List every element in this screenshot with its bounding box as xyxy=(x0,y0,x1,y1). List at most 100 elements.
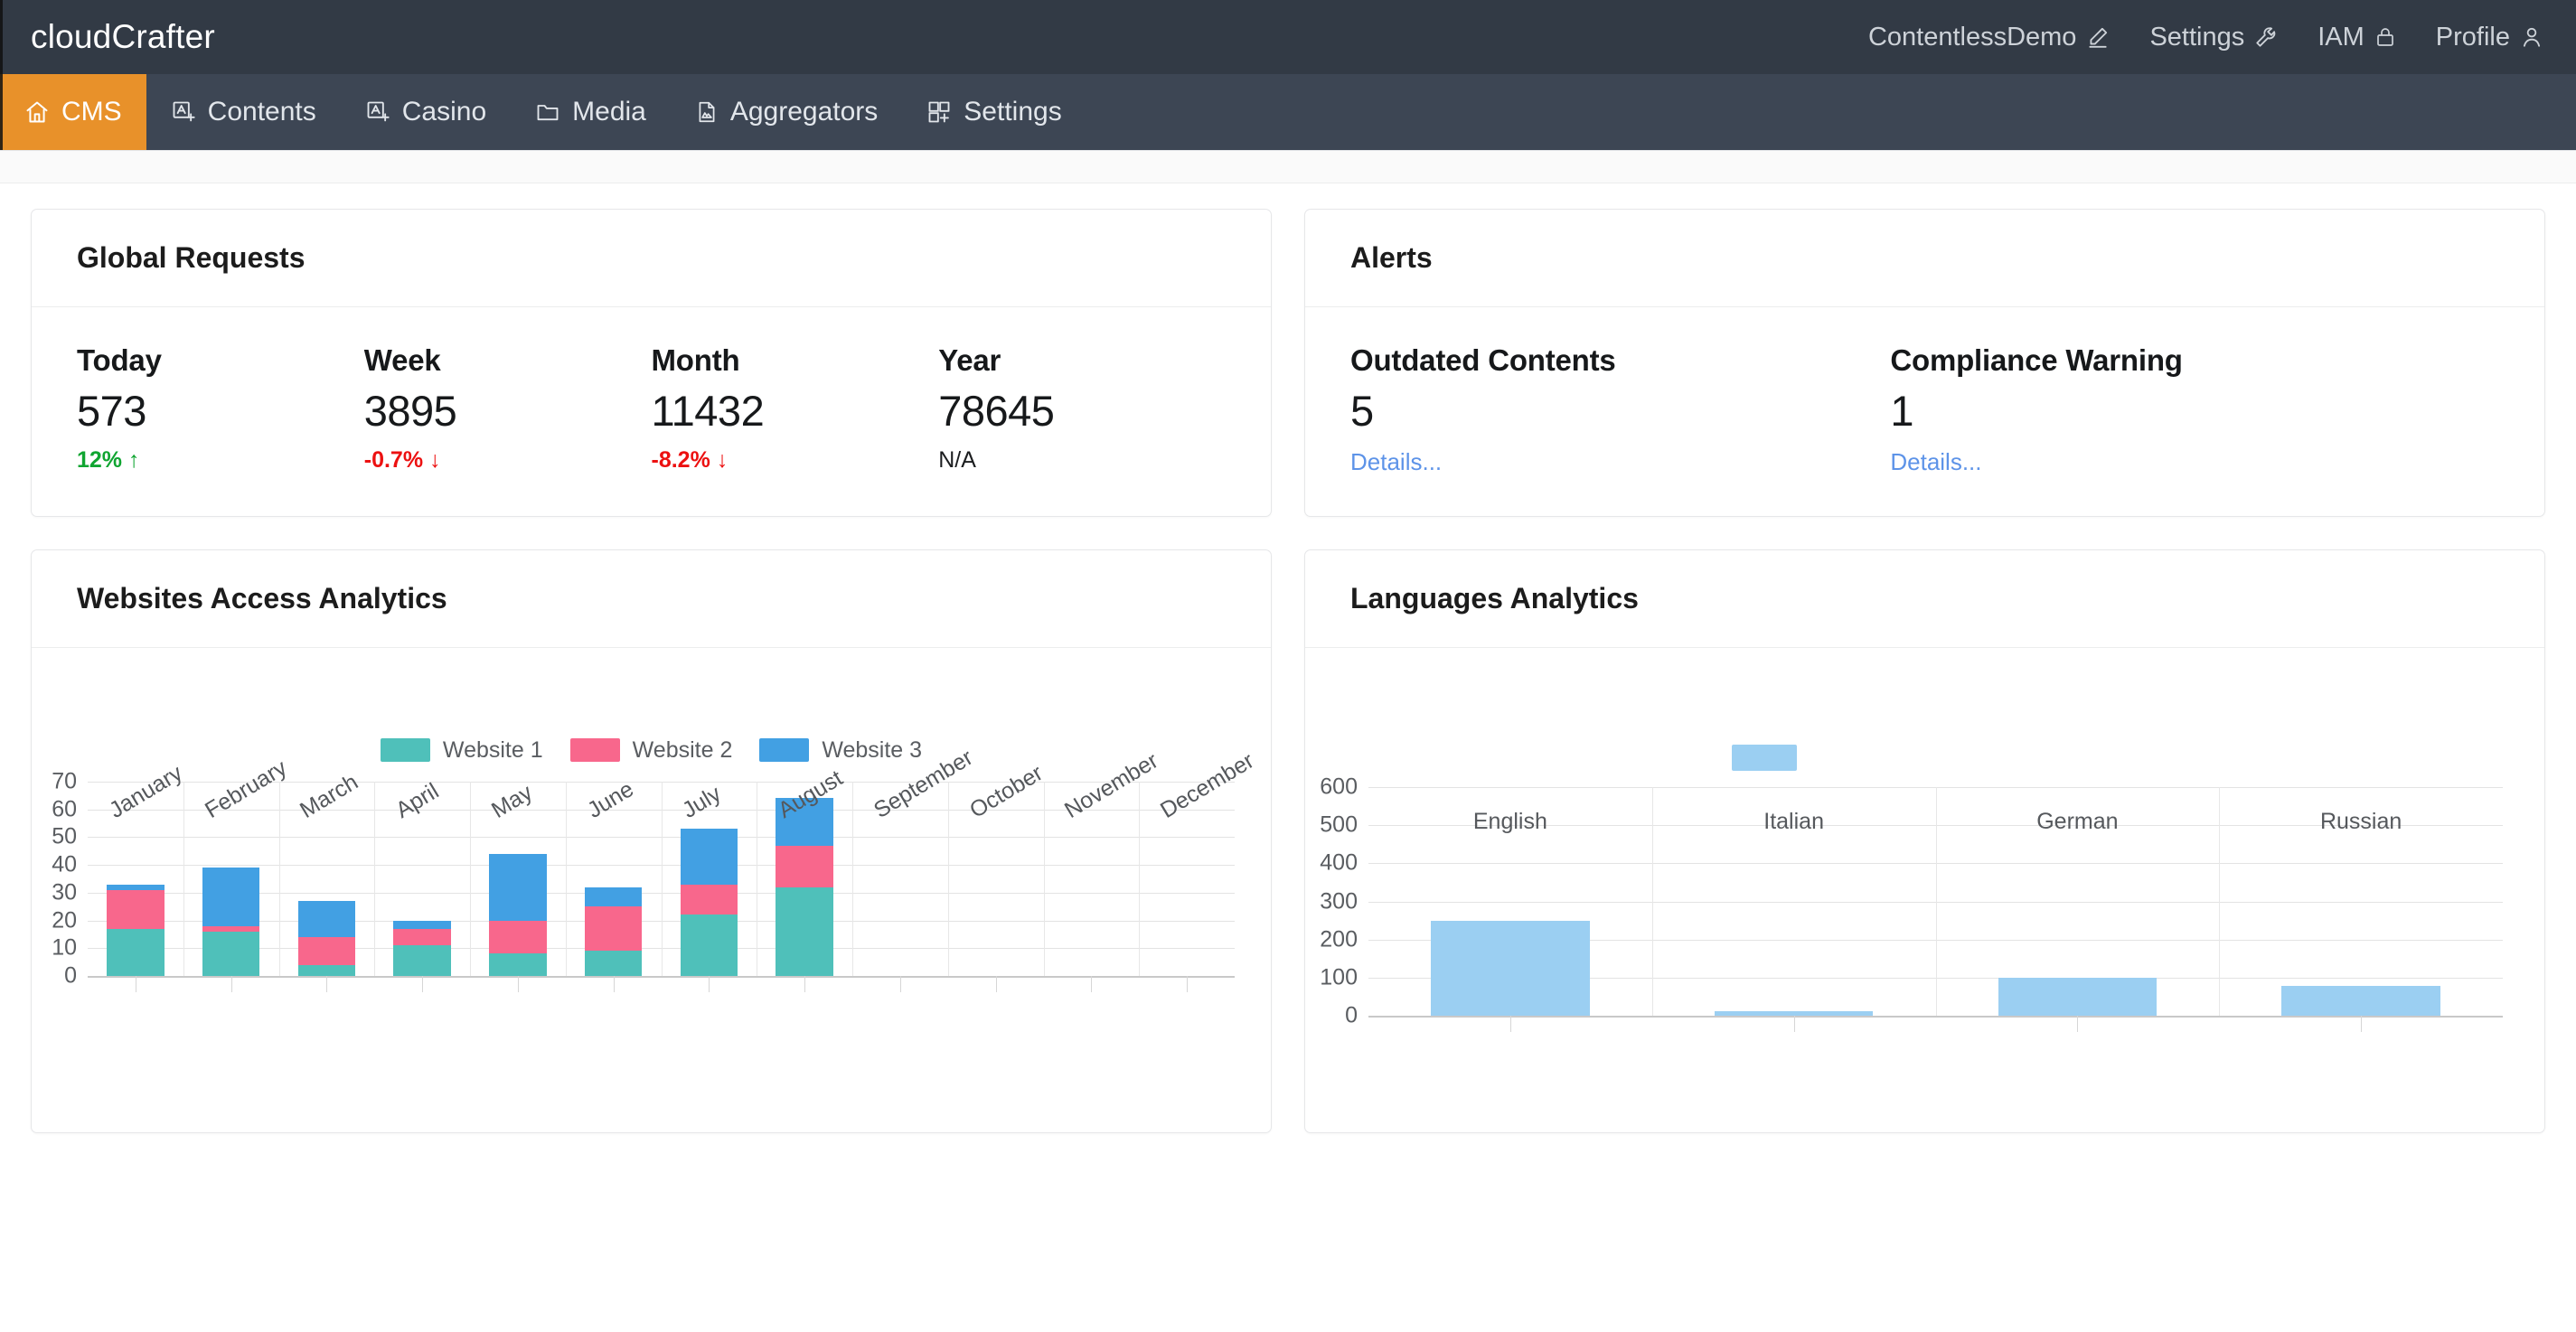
bar-segment xyxy=(202,931,260,976)
legend-item-website-1[interactable]: Website 1 xyxy=(380,737,543,764)
x-axis-tick xyxy=(2361,1016,2363,1032)
tab-label-aggregators: Aggregators xyxy=(729,97,879,127)
bar-segment xyxy=(297,937,356,965)
y-axis-tick-label: 60 xyxy=(52,796,77,822)
x-axis-tick xyxy=(230,976,232,992)
gridline-vertical xyxy=(2219,787,2221,1016)
gridline-vertical xyxy=(1935,787,1937,1016)
details-link-outdated-contents[interactable]: Details... xyxy=(1350,448,1890,476)
bar-english[interactable] xyxy=(1431,920,1590,1016)
gridline-vertical xyxy=(852,782,853,976)
arrow-up-icon: ↑ xyxy=(128,447,140,473)
topnav-item-settings[interactable]: Settings xyxy=(2149,23,2278,52)
y-axis-tick-label: 40 xyxy=(52,851,77,877)
chart-plot-websites-access: 0 10 20 30 40 50 60 70 January February March April… xyxy=(52,745,1258,1093)
arrow-down-icon: ↓ xyxy=(429,447,441,473)
bar-segment xyxy=(297,964,356,976)
bar-segment xyxy=(107,889,165,929)
gridline-vertical xyxy=(1139,782,1141,976)
tab-settings[interactable]: Settings xyxy=(902,74,1086,150)
gridline-vertical xyxy=(374,782,376,976)
gridline-vertical xyxy=(565,782,567,976)
stat-today: Today 573 12% ↑ xyxy=(77,343,364,474)
pencil-icon xyxy=(2086,25,2110,49)
x-axis-tick xyxy=(709,976,710,992)
legend-swatch-icon[interactable] xyxy=(1731,745,1797,771)
legend-item-website-2[interactable]: Website 2 xyxy=(569,736,733,764)
y-axis-tick-label: 0 xyxy=(1345,1002,1358,1028)
bar-segment xyxy=(776,845,833,887)
topnav-label-settings: Settings xyxy=(2149,22,2245,52)
top-nav: ContentlessDemo Settings IAM Profile xyxy=(1868,23,2543,52)
stat-outdated-contents: Outdated Contents 5 Details... xyxy=(1350,343,1890,476)
home-icon xyxy=(24,99,50,125)
details-link-compliance-warning[interactable]: Details... xyxy=(1890,448,2430,476)
legend-item-website-3[interactable]: Website 3 xyxy=(759,737,922,764)
card-title-languages: Languages Analytics xyxy=(1350,582,1639,614)
legend-label: Website 2 xyxy=(632,736,733,763)
topnav-label-iam: IAM xyxy=(2317,22,2364,52)
folder-icon xyxy=(535,99,560,125)
chart-languages: 0 100 200 300 400 500 600 English Italian German R… xyxy=(1305,648,2544,1132)
gridline-vertical xyxy=(278,782,280,976)
topnav-label-contentlessdemo: ContentlessDemo xyxy=(1867,22,2077,52)
main-tab-strip: CMS Contents Casino Media Aggregators Se… xyxy=(0,74,2576,150)
top-bar: cloudCrafter ContentlessDemo Settings IA… xyxy=(0,0,2576,74)
gridline-vertical xyxy=(470,782,471,976)
stat-delta-month: -8.2% ↓ xyxy=(652,447,939,474)
tab-label-cms: CMS xyxy=(61,97,122,127)
stat-label-today: Today xyxy=(77,343,162,377)
chart-websites-access: Website 1 Website 2 Website 3 0 10 20 30 40 50 6… xyxy=(32,648,1271,1132)
card-alerts: Alerts Outdated Contents 5 Details... Co… xyxy=(1304,209,2545,517)
bar-segment xyxy=(202,925,260,932)
tab-cms[interactable]: CMS xyxy=(0,74,146,150)
topnav-item-iam[interactable]: IAM xyxy=(2317,23,2396,52)
stat-label-year: Year xyxy=(938,343,1001,377)
dashboard-grid: Global Requests Today 573 12% ↑ Week 389… xyxy=(0,183,2576,1133)
tab-media[interactable]: Media xyxy=(511,74,671,150)
topnav-item-contentlessdemo[interactable]: ContentlessDemo xyxy=(1868,23,2111,52)
topnav-label-profile: Profile xyxy=(2435,22,2510,52)
stat-delta-text-week: -0.7% xyxy=(363,447,424,473)
bar-segment xyxy=(393,920,451,929)
bar-segment xyxy=(489,920,547,954)
stat-year: Year 78645 N/A xyxy=(938,343,1226,474)
topnav-item-profile[interactable]: Profile xyxy=(2436,23,2543,52)
lock-icon xyxy=(2374,25,2396,49)
bar-segment xyxy=(776,886,833,976)
x-axis-tick xyxy=(995,976,997,992)
bar-segment xyxy=(107,884,165,890)
y-axis-tick-label: 300 xyxy=(1320,888,1358,914)
stat-label-outdated-contents: Outdated Contents xyxy=(1350,343,1616,377)
tab-casino[interactable]: Casino xyxy=(341,74,511,150)
page-content: Global Requests Today 573 12% ↑ Week 389… xyxy=(0,150,2576,1332)
tab-aggregators[interactable]: Aggregators xyxy=(671,74,902,150)
sub-toolbar xyxy=(0,151,2576,183)
stat-delta-text-today: 12% xyxy=(77,447,123,473)
y-axis-tick-label: 400 xyxy=(1320,849,1358,876)
bar-russian[interactable] xyxy=(2281,986,2440,1016)
stat-value-year: 78645 xyxy=(938,387,1055,435)
y-axis-tick-label: 500 xyxy=(1320,811,1358,838)
app-logo-text: cloudCrafter xyxy=(31,18,215,55)
bar-german[interactable] xyxy=(1998,977,2158,1016)
x-axis-tick xyxy=(613,976,615,992)
stat-label-month: Month xyxy=(651,343,740,377)
arrow-down-icon: ↓ xyxy=(716,447,729,473)
bar-segment xyxy=(202,868,260,926)
stat-week: Week 3895 -0.7% ↓ xyxy=(364,343,652,474)
dashboard-page: cloudCrafter ContentlessDemo Settings IA… xyxy=(0,0,2576,1332)
y-axis-tick-label: 0 xyxy=(64,962,77,989)
stat-month: Month 11432 -8.2% ↓ xyxy=(652,343,939,474)
bar-segment xyxy=(489,853,547,921)
wrench-icon xyxy=(2254,25,2278,49)
card-header-languages: Languages Analytics xyxy=(1305,550,2544,648)
text-add-icon xyxy=(171,99,196,125)
tab-contents[interactable]: Contents xyxy=(146,74,341,150)
app-logo[interactable]: cloudCrafter xyxy=(31,18,215,56)
card-title-websites-access: Websites Access Analytics xyxy=(77,582,447,614)
y-axis-tick-label: 10 xyxy=(52,934,77,961)
plot-area: 0 10 20 30 40 50 60 70 January February March April… xyxy=(52,745,1258,992)
x-axis-tick xyxy=(2077,1016,2079,1032)
stat-value-today: 573 xyxy=(77,387,146,435)
